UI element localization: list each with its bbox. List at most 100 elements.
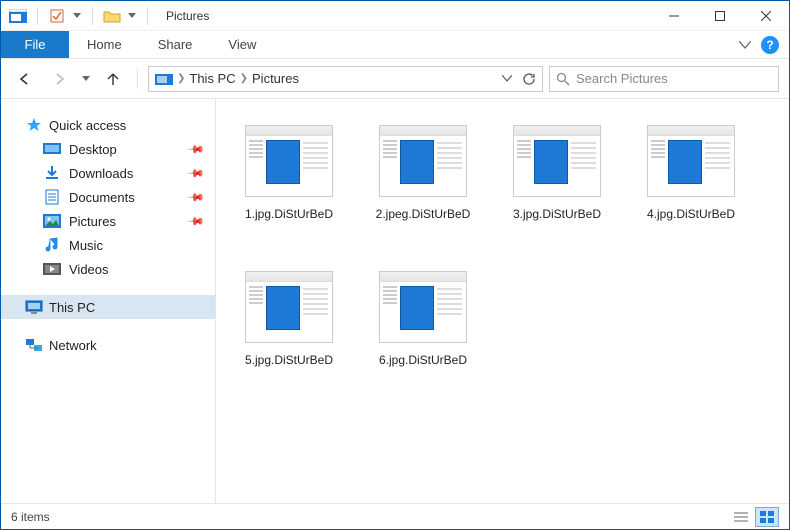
separator — [137, 69, 138, 89]
window-title: Pictures — [166, 9, 209, 23]
body: Quick access Desktop 📌 Downloads 📌 Docum… — [1, 99, 789, 503]
documents-icon — [43, 189, 61, 205]
up-button[interactable] — [99, 65, 127, 93]
tab-view[interactable]: View — [210, 31, 274, 58]
sidebar-item-this-pc[interactable]: This PC — [1, 295, 215, 319]
breadcrumb[interactable]: Pictures — [252, 71, 299, 86]
file-thumbnail — [513, 125, 601, 197]
star-icon — [25, 117, 43, 133]
properties-icon[interactable] — [48, 8, 66, 24]
search-placeholder: Search Pictures — [576, 71, 668, 86]
file-item[interactable]: 4.jpg.DiStUrBeD — [624, 111, 758, 257]
sidebar-item-music[interactable]: Music — [1, 233, 215, 257]
file-thumbnail — [647, 125, 735, 197]
details-view-button[interactable] — [729, 507, 753, 527]
address-bar[interactable]: ❯ This PC ❯ Pictures — [148, 66, 543, 92]
sidebar-item-documents[interactable]: Documents 📌 — [1, 185, 215, 209]
help-icon[interactable]: ? — [761, 36, 779, 54]
explorer-window: Pictures File Home Share View ? ❯ This P… — [0, 0, 790, 530]
navigation-pane: Quick access Desktop 📌 Downloads 📌 Docum… — [1, 99, 216, 503]
pin-icon: 📌 — [187, 212, 206, 231]
ribbon-right: ? — [739, 31, 789, 58]
tab-share[interactable]: Share — [140, 31, 211, 58]
file-item[interactable]: 1.jpg.DiStUrBeD — [222, 111, 356, 257]
search-box[interactable]: Search Pictures — [549, 66, 779, 92]
sidebar-item-network[interactable]: Network — [1, 333, 215, 357]
pin-icon: 📌 — [187, 164, 206, 183]
quick-access-label: Quick access — [49, 118, 126, 133]
item-count: 6 items — [11, 510, 50, 524]
pin-icon: 📌 — [187, 140, 206, 159]
file-item[interactable]: 5.jpg.DiStUrBeD — [222, 257, 356, 403]
sidebar-item-label: This PC — [49, 300, 95, 315]
videos-icon — [43, 261, 61, 277]
file-name: 4.jpg.DiStUrBeD — [647, 207, 735, 221]
status-bar: 6 items — [1, 503, 789, 529]
file-item[interactable]: 2.jpeg.DiStUrBeD — [356, 111, 490, 257]
sidebar-item-pictures[interactable]: Pictures 📌 — [1, 209, 215, 233]
network-icon — [25, 337, 43, 353]
music-icon — [43, 237, 61, 253]
chevron-right-icon[interactable]: ❯ — [177, 73, 185, 84]
breadcrumb-label: This PC — [189, 71, 235, 86]
forward-button[interactable] — [45, 65, 73, 93]
chevron-down-icon[interactable] — [127, 8, 137, 24]
quick-access-toolbar — [1, 7, 160, 25]
refresh-icon[interactable] — [522, 72, 536, 86]
pin-icon: 📌 — [187, 188, 206, 207]
search-icon — [556, 72, 570, 86]
sidebar-item-label: Pictures — [69, 214, 116, 229]
chevron-down-icon[interactable] — [72, 8, 82, 24]
sidebar-item-label: Documents — [69, 190, 135, 205]
ribbon: File Home Share View ? — [1, 31, 789, 59]
file-menu[interactable]: File — [1, 31, 69, 58]
file-thumbnail — [379, 271, 467, 343]
ribbon-expand-icon[interactable] — [739, 41, 751, 49]
file-thumbnail — [245, 271, 333, 343]
separator — [37, 7, 38, 25]
this-pc-group: This PC — [1, 295, 215, 319]
file-pane[interactable]: 1.jpg.DiStUrBeD 2.jpeg.DiStUrBeD — [216, 99, 789, 503]
file-name: 5.jpg.DiStUrBeD — [245, 353, 333, 367]
recent-dropdown-icon[interactable] — [79, 65, 93, 93]
file-item[interactable]: 6.jpg.DiStUrBeD — [356, 257, 490, 403]
thumbnails-view-button[interactable] — [755, 507, 779, 527]
chevron-right-icon[interactable]: ❯ — [240, 73, 248, 84]
quick-access-header[interactable]: Quick access — [1, 113, 215, 137]
file-name: 6.jpg.DiStUrBeD — [379, 353, 467, 367]
file-name: 1.jpg.DiStUrBeD — [245, 207, 333, 221]
breadcrumb[interactable]: This PC — [189, 71, 235, 86]
sidebar-item-downloads[interactable]: Downloads 📌 — [1, 161, 215, 185]
sidebar-item-label: Videos — [69, 262, 109, 277]
sidebar-item-label: Downloads — [69, 166, 133, 181]
network-group: Network — [1, 333, 215, 357]
view-switcher — [729, 507, 779, 527]
location-icon — [155, 71, 173, 87]
this-pc-icon — [25, 299, 43, 315]
sidebar-item-label: Music — [69, 238, 103, 253]
sidebar-item-desktop[interactable]: Desktop 📌 — [1, 137, 215, 161]
app-icon — [9, 8, 27, 24]
address-dropdown-icon[interactable] — [502, 75, 512, 82]
quick-access-group: Quick access Desktop 📌 Downloads 📌 Docum… — [1, 113, 215, 281]
maximize-button[interactable] — [697, 1, 743, 31]
desktop-icon — [43, 141, 61, 157]
file-item[interactable]: 3.jpg.DiStUrBeD — [490, 111, 624, 257]
back-button[interactable] — [11, 65, 39, 93]
file-name: 3.jpg.DiStUrBeD — [513, 207, 601, 221]
new-folder-icon[interactable] — [103, 8, 121, 24]
separator — [92, 7, 93, 25]
sidebar-item-label: Desktop — [69, 142, 117, 157]
close-button[interactable] — [743, 1, 789, 31]
title-bar: Pictures — [1, 1, 789, 31]
sidebar-item-label: Network — [49, 338, 97, 353]
sidebar-item-videos[interactable]: Videos — [1, 257, 215, 281]
minimize-button[interactable] — [651, 1, 697, 31]
window-controls — [651, 1, 789, 31]
tab-home[interactable]: Home — [69, 31, 140, 58]
breadcrumb-label: Pictures — [252, 71, 299, 86]
pictures-icon — [43, 213, 61, 229]
nav-toolbar: ❯ This PC ❯ Pictures Search Pictures — [1, 59, 789, 99]
separator — [147, 7, 148, 25]
address-actions — [502, 72, 536, 86]
